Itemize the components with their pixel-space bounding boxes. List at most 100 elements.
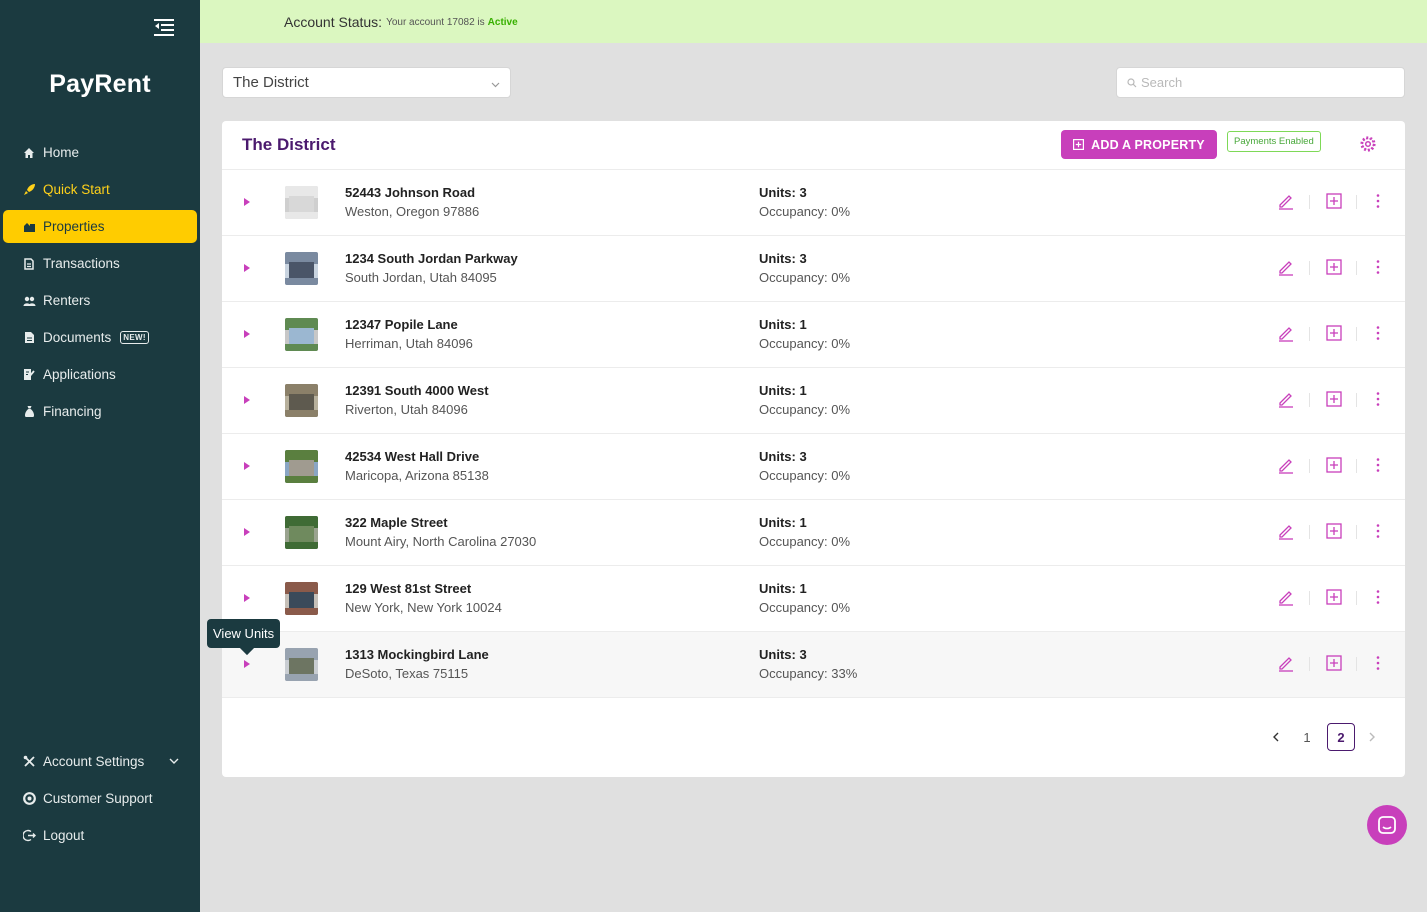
more-options-icon[interactable] (1369, 522, 1387, 540)
table-row[interactable]: 1234 South Jordan Parkway South Jordan, … (222, 236, 1405, 302)
sidebar-item-properties[interactable]: Properties (3, 210, 197, 243)
property-units: Units: 1 (759, 383, 807, 398)
property-select[interactable]: The District (222, 67, 511, 98)
more-options-icon[interactable] (1369, 390, 1387, 408)
table-row[interactable]: 12347 Popile Lane Herriman, Utah 84096 U… (222, 302, 1405, 368)
action-divider (1356, 459, 1357, 473)
property-thumbnail (285, 186, 318, 219)
more-options-icon[interactable] (1369, 258, 1387, 276)
add-unit-icon[interactable] (1325, 390, 1343, 408)
more-options-icon[interactable] (1369, 588, 1387, 606)
add-unit-icon[interactable] (1325, 258, 1343, 276)
sidebar-item-financing[interactable]: Financing (3, 395, 197, 428)
table-row[interactable]: 1313 Mockingbird Lane DeSoto, Texas 7511… (222, 632, 1405, 698)
property-address[interactable]: 52443 Johnson Road (345, 185, 475, 200)
expand-arrow-icon[interactable] (242, 526, 252, 538)
expand-arrow-icon[interactable] (242, 592, 252, 604)
chat-launcher-button[interactable] (1367, 805, 1407, 845)
add-unit-icon[interactable] (1325, 324, 1343, 342)
property-units: Units: 3 (759, 185, 807, 200)
edit-pencil-icon[interactable] (1277, 456, 1295, 474)
property-address[interactable]: 1313 Mockingbird Lane (345, 647, 489, 662)
edit-pencil-icon[interactable] (1277, 258, 1295, 276)
sidebar-item-applications[interactable]: Applications (3, 358, 197, 391)
action-divider (1356, 261, 1357, 275)
page-title: The District (242, 135, 336, 154)
property-address[interactable]: 322 Maple Street (345, 515, 448, 530)
page-1-button[interactable]: 1 (1293, 723, 1321, 751)
table-row[interactable]: 129 West 81st Street New York, New York … (222, 566, 1405, 632)
action-divider (1309, 195, 1310, 209)
payrent-logo[interactable]: PayRent (0, 70, 200, 99)
expand-arrow-icon[interactable] (242, 394, 252, 406)
property-list: 52443 Johnson Road Weston, Oregon 97886 … (222, 170, 1405, 698)
sidebar-item-transactions[interactable]: Transactions (3, 247, 197, 280)
sidebar-nav: Home Quick Start Properties Transactions… (0, 136, 200, 432)
property-units: Units: 1 (759, 515, 807, 530)
table-row[interactable]: 52443 Johnson Road Weston, Oregon 97886 … (222, 170, 1405, 236)
edit-pencil-icon[interactable] (1277, 654, 1295, 672)
users-icon (22, 294, 36, 308)
sidebar-item-account-settings[interactable]: Account Settings (3, 745, 197, 778)
edit-pencil-icon[interactable] (1277, 192, 1295, 210)
sidebar-item-documents[interactable]: Documents NEW! (3, 321, 197, 354)
add-unit-icon[interactable] (1325, 456, 1343, 474)
add-unit-icon[interactable] (1325, 192, 1343, 210)
menu-collapse-icon[interactable] (154, 18, 174, 36)
more-options-icon[interactable] (1369, 192, 1387, 210)
gear-icon[interactable] (1359, 135, 1377, 153)
add-unit-icon[interactable] (1325, 654, 1343, 672)
search-input[interactable] (1141, 75, 1391, 90)
more-options-icon[interactable] (1369, 324, 1387, 342)
property-occupancy: Occupancy: 0% (759, 600, 851, 615)
add-unit-icon[interactable] (1325, 588, 1343, 606)
table-row[interactable]: 12391 South 4000 West Riverton, Utah 840… (222, 368, 1405, 434)
sidebar-item-renters[interactable]: Renters (3, 284, 197, 317)
money-icon (22, 257, 36, 271)
sidebar-item-label: Transactions (43, 256, 120, 271)
property-address[interactable]: 129 West 81st Street (345, 581, 471, 596)
add-unit-icon[interactable] (1325, 522, 1343, 540)
expand-arrow-icon[interactable] (242, 460, 252, 472)
property-address[interactable]: 12347 Popile Lane (345, 317, 458, 332)
property-units: Units: 3 (759, 251, 807, 266)
status-label: Account Status: (284, 13, 383, 30)
sidebar-item-quick-start[interactable]: Quick Start (3, 173, 197, 206)
expand-arrow-icon[interactable] (242, 262, 252, 274)
edit-pencil-icon[interactable] (1277, 522, 1295, 540)
expand-arrow-icon[interactable] (242, 658, 252, 670)
property-address[interactable]: 1234 South Jordan Parkway (345, 251, 518, 266)
sidebar-item-logout[interactable]: Logout (3, 819, 197, 852)
property-city: Weston, Oregon 97886 (345, 204, 480, 219)
add-property-button[interactable]: ADD A PROPERTY (1061, 130, 1217, 159)
sidebar-item-label: Renters (43, 293, 91, 308)
sidebar-item-label: Applications (43, 367, 116, 382)
sidebar-item-home[interactable]: Home (3, 136, 197, 169)
chevron-right-icon (1369, 732, 1375, 742)
sidebar-item-label: Financing (43, 404, 102, 419)
sidebar-item-customer-support[interactable]: Customer Support (3, 782, 197, 815)
table-row[interactable]: 322 Maple Street Mount Airy, North Carol… (222, 500, 1405, 566)
next-page-button[interactable] (1358, 723, 1386, 751)
property-city: DeSoto, Texas 75115 (345, 666, 469, 681)
edit-pencil-icon[interactable] (1277, 390, 1295, 408)
expand-arrow-icon[interactable] (242, 196, 252, 208)
chevron-down-icon (491, 82, 500, 88)
more-options-icon[interactable] (1369, 456, 1387, 474)
property-address[interactable]: 12391 South 4000 West (345, 383, 489, 398)
more-options-icon[interactable] (1369, 654, 1387, 672)
rocket-icon (22, 183, 36, 197)
search-box[interactable] (1116, 67, 1405, 98)
action-divider (1309, 327, 1310, 341)
chevron-down-icon[interactable] (169, 756, 179, 766)
edit-pencil-icon[interactable] (1277, 588, 1295, 606)
property-address[interactable]: 42534 West Hall Drive (345, 449, 479, 464)
table-row[interactable]: 42534 West Hall Drive Maricopa, Arizona … (222, 434, 1405, 500)
action-divider (1309, 525, 1310, 539)
property-units: Units: 3 (759, 647, 807, 662)
page-2-button[interactable]: 2 (1327, 723, 1355, 751)
expand-arrow-icon[interactable] (242, 328, 252, 340)
prev-page-button[interactable] (1262, 723, 1290, 751)
edit-pencil-icon[interactable] (1277, 324, 1295, 342)
property-select-value: The District (233, 74, 309, 91)
